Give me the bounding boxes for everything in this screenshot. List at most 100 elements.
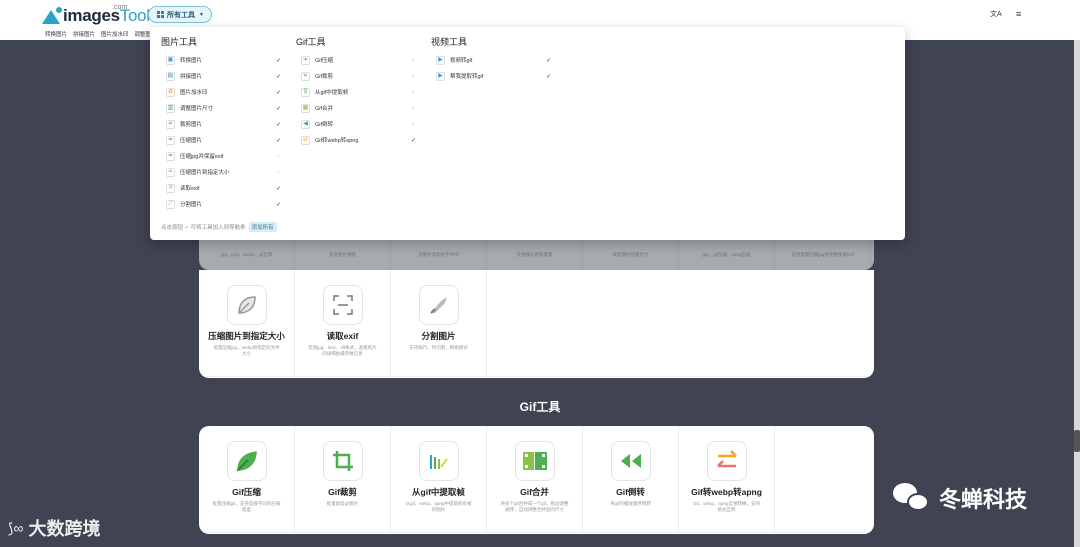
menu-item-read-exif[interactable]: ⌑ 读取exif ✓ (161, 180, 281, 196)
check-icon[interactable]: ✓ (276, 201, 281, 208)
tool-name: Gif压缩 (232, 487, 261, 497)
frames-icon (418, 441, 459, 481)
menu-item-gif-crop[interactable]: ⌗ Gif裁剪 ✓ (296, 68, 416, 84)
swap-icon: ⇄ (301, 135, 310, 145)
logo-glyph-icon: ⟆∞ (8, 519, 24, 536)
check-icon[interactable]: ✓ (546, 57, 551, 64)
check-icon[interactable]: ✓ (276, 105, 281, 112)
tool-card-gif-compress[interactable]: Gif压缩 批量压缩gif，支持选择不同的压缩程度 (199, 426, 295, 533)
nav-link-watermark[interactable]: 图片加水印 (101, 30, 129, 38)
menu-item-video-clip-gif[interactable]: ▶ 帮我提取转gif ✓ (431, 68, 551, 84)
leaf-icon: ❧ (166, 151, 175, 161)
gif-tools-column: Gif工具 ❧ Gif压缩 ✓ ⌗ Gif裁剪 ✓ ⫼ 从gif中提取帧 ✓ ▦ Gif合并 ✓… (296, 35, 416, 148)
menu-item-split[interactable]: ⟋ 分割图片 ✓ (161, 196, 281, 212)
check-icon[interactable]: ✓ (276, 73, 281, 80)
all-tools-button[interactable]: 所有工具 ▾ (148, 6, 213, 23)
convert-icon: ▣ (166, 55, 175, 65)
check-icon[interactable]: ✓ (411, 137, 416, 144)
check-icon[interactable]: ✓ (276, 57, 281, 64)
check-icon[interactable]: ✓ (411, 121, 416, 128)
tool-card-gif-extract-frames[interactable]: 从gif中提取帧 从gif、webp、apng中提取所有帧的图片 (391, 426, 487, 533)
empty-cell (487, 270, 871, 377)
column-title: 图片工具 (161, 37, 198, 47)
crop-icon: ⌗ (166, 119, 175, 129)
scrollbar-thumb[interactable] (1074, 430, 1080, 452)
menu-item-resize[interactable]: ▥ 调整图片尺寸 ✓ (161, 100, 281, 116)
swap-icon (706, 441, 747, 481)
check-icon[interactable]: ✓ (276, 137, 281, 144)
tool-name: Gif转webp转apng (691, 487, 762, 497)
menu-item-merge[interactable]: ▤ 拼接图片 ✓ (161, 68, 281, 84)
menu-item-convert[interactable]: ▣ 转换图片 ✓ (161, 52, 281, 68)
site-logo[interactable]: imagesTool .com (42, 4, 150, 26)
check-icon[interactable]: ✓ (411, 89, 416, 96)
add-all-button[interactable]: 添加所有 (248, 222, 277, 232)
tool-card-gif-reverse[interactable]: Gif倒转 将gif的播放顺序倒转 (583, 426, 679, 533)
all-tools-dropdown: 图片工具 ▣ 转换图片 ✓ ▤ 拼接图片 ✓ ✿ 图片加水印 ✓ ▥ 调整图片尺寸 ✓ ⌗ 裁剪图… (150, 27, 905, 240)
tool-card-gif-merge[interactable]: Gif合并 将多个gif合并成一个gif，拖动调整顺序，自动调整合并后的尺寸 (487, 426, 583, 533)
image-tools-panel: 压缩图片到指定大小 批量压缩jpg，webp到指定的文件大小 读取exif 检测… (199, 270, 874, 378)
tool-card-gif-crop[interactable]: Gif裁剪 批量裁剪gif图片 (295, 426, 391, 533)
leaf-icon: ❧ (166, 167, 175, 177)
check-icon[interactable]: ✓ (546, 73, 551, 80)
watermark-text: 大数跨境 (28, 519, 101, 539)
watermark-icon: ✿ (166, 87, 175, 97)
crop-icon (322, 441, 363, 481)
translate-icon[interactable]: 文A (990, 9, 1002, 19)
film-icon: ▦ (301, 103, 310, 113)
video-icon: ▶ (436, 55, 445, 65)
menu-item-gif-merge[interactable]: ▦ Gif合并 ✓ (296, 100, 416, 116)
tool-desc: 将多个gif合并成一个gif，拖动调整顺序，自动调整合并后的尺寸 (500, 501, 569, 512)
menu-item-gif-frames[interactable]: ⫼ 从gif中提取帧 ✓ (296, 84, 416, 100)
check-icon[interactable]: ✓ (276, 89, 281, 96)
watermark-dongchan: 冬蝉科技 (893, 482, 1027, 514)
gif-section-title: Gif工具 (519, 400, 561, 414)
check-icon[interactable]: ✓ (276, 153, 281, 160)
tool-name: 读取exif (326, 331, 359, 341)
check-icon[interactable]: ✓ (411, 57, 416, 64)
column-title: 视频工具 (431, 37, 468, 47)
nav-link-merge[interactable]: 拼接图片 (73, 30, 95, 38)
tool-card-split-image[interactable]: 分割图片 支持按行、列切割，网格模式 (391, 270, 487, 377)
footer-hint: 点击按钮 ✓ 可将工具加入到导航条 (161, 225, 246, 231)
tool-name: Gif合并 (520, 487, 549, 497)
leaf-icon: ❧ (301, 55, 310, 65)
menu-icon[interactable]: ≡ (1016, 9, 1021, 19)
scrollbar-track[interactable] (1074, 40, 1080, 547)
tool-name: Gif倒转 (616, 487, 645, 497)
video-icon: ▶ (436, 71, 445, 81)
check-icon[interactable]: ✓ (411, 105, 416, 112)
nav-link-convert[interactable]: 转换图片 (45, 30, 67, 38)
menu-item-crop[interactable]: ⌗ 裁剪图片 ✓ (161, 116, 281, 132)
menu-item-video-gif[interactable]: ▶ 视频转gif ✓ (431, 52, 551, 68)
scan-icon (322, 285, 363, 325)
dropdown-footer: 点击按钮 ✓ 可将工具加入到导航条 添加所有 (161, 222, 277, 232)
tool-card-compress-to-size[interactable]: 压缩图片到指定大小 批量压缩jpg，webp到指定的文件大小 (199, 270, 295, 377)
check-icon[interactable]: ✓ (276, 121, 281, 128)
scan-icon: ⌑ (166, 183, 175, 193)
menu-item-gif-webp-apng[interactable]: ⇄ Gif转webp转apng ✓ (296, 132, 416, 148)
tool-card-read-exif[interactable]: 读取exif 检测jpg、heic、tiff格式，查看照片的详细拍摄参数信息 (295, 270, 391, 377)
menu-item-compress[interactable]: ❧ 压缩图片 ✓ (161, 132, 281, 148)
all-tools-label: 所有工具 (167, 11, 195, 19)
tool-name: 分割图片 (421, 331, 456, 341)
leaf-icon: ❧ (166, 135, 175, 145)
nav-links: 转换图片 拼接图片 图片加水印 调整图片 (45, 30, 157, 38)
menu-item-watermark[interactable]: ✿ 图片加水印 ✓ (161, 84, 281, 100)
menu-item-gif-reverse[interactable]: ◀ Gif倒转 ✓ (296, 116, 416, 132)
merge-icon: ▤ (166, 71, 175, 81)
resize-icon: ▥ (166, 103, 175, 113)
tool-name: 从gif中提取帧 (412, 487, 465, 497)
menu-item-compress-size[interactable]: ❧ 压缩图片到指定大小 ✓ (161, 164, 281, 180)
check-icon[interactable]: ✓ (411, 73, 416, 80)
check-icon[interactable]: ✓ (276, 169, 281, 176)
tool-name: 压缩图片到指定大小 (208, 331, 285, 341)
gif-tools-panel: Gif压缩 批量压缩gif，支持选择不同的压缩程度 Gif裁剪 批量裁剪gif图… (199, 426, 874, 534)
tool-desc: 从gif、webp、apng中提取所有帧的图片 (405, 501, 472, 512)
image-tools-column: 图片工具 ▣ 转换图片 ✓ ▤ 拼接图片 ✓ ✿ 图片加水印 ✓ ▥ 调整图片尺寸 ✓ ⌗ 裁剪图… (161, 35, 281, 212)
menu-item-compress-exif[interactable]: ❧ 压缩jpg并保留exif ✓ (161, 148, 281, 164)
tool-desc: 批量压缩jpg，webp到指定的文件大小 (213, 345, 280, 356)
check-icon[interactable]: ✓ (276, 185, 281, 192)
tool-card-gif-webp-apng[interactable]: Gif转webp转apng Gif、webp、apng互相转换，支持格式互转 (679, 426, 775, 533)
menu-item-gif-compress[interactable]: ❧ Gif压缩 ✓ (296, 52, 416, 68)
